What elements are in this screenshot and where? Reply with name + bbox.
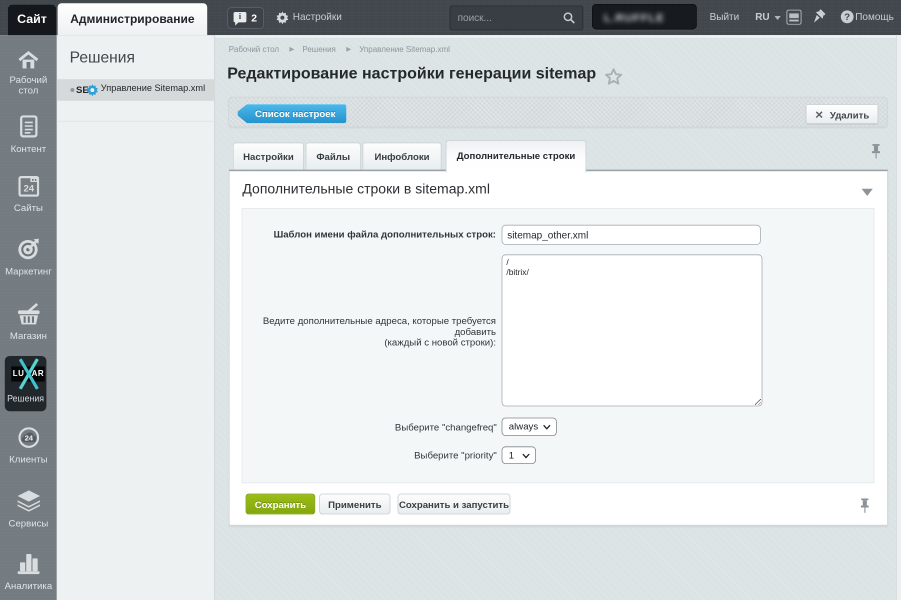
svg-text:24: 24: [23, 184, 34, 195]
svg-text:24: 24: [24, 434, 33, 443]
